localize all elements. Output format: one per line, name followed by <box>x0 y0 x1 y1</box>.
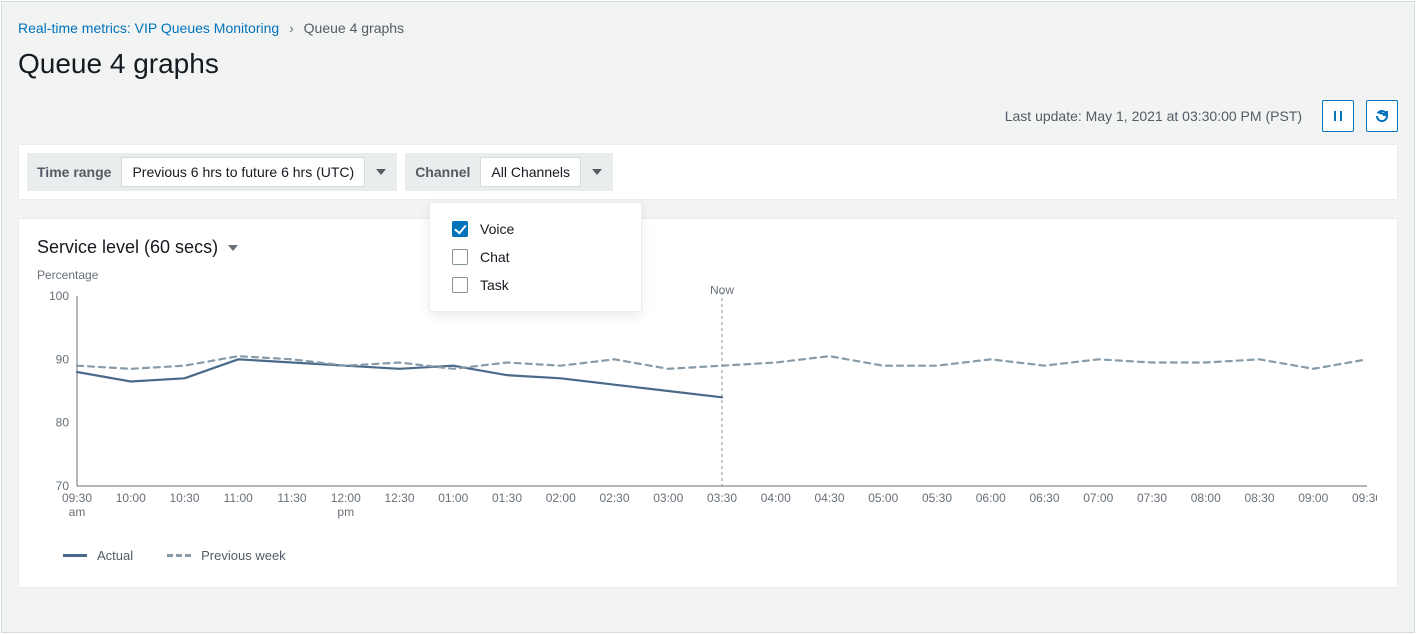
svg-text:80: 80 <box>56 416 70 430</box>
svg-text:04:30: 04:30 <box>814 491 844 505</box>
channel-option-voice[interactable]: Voice <box>430 215 641 243</box>
refresh-button[interactable] <box>1366 100 1398 132</box>
chevron-right-icon: › <box>289 20 294 36</box>
svg-text:11:30: 11:30 <box>277 491 306 505</box>
filters-bar: Time range Previous 6 hrs to future 6 hr… <box>18 144 1398 200</box>
svg-text:06:00: 06:00 <box>976 491 1006 505</box>
legend-swatch-solid <box>63 554 87 557</box>
chart-panel: Service level (60 secs) Percentage 70809… <box>18 218 1398 588</box>
channel-value[interactable]: All Channels <box>480 157 581 187</box>
svg-text:pm: pm <box>337 505 354 519</box>
svg-text:90: 90 <box>56 352 70 366</box>
channel-caret[interactable] <box>581 153 613 191</box>
svg-text:01:00: 01:00 <box>438 491 468 505</box>
svg-text:10:00: 10:00 <box>116 491 146 505</box>
svg-text:100: 100 <box>49 289 69 303</box>
checkbox-icon <box>452 277 468 293</box>
svg-text:08:00: 08:00 <box>1191 491 1221 505</box>
svg-text:10:30: 10:30 <box>169 491 199 505</box>
svg-text:12:00: 12:00 <box>331 491 361 505</box>
chart-plot-area: 70809010009:30am10:0010:3011:0011:3012:0… <box>37 286 1379 526</box>
pause-button[interactable] <box>1322 100 1354 132</box>
svg-text:08:30: 08:30 <box>1244 491 1274 505</box>
chart-title[interactable]: Service level (60 secs) <box>37 237 1379 258</box>
page-title: Queue 4 graphs <box>2 44 1414 100</box>
breadcrumb: Real-time metrics: VIP Queues Monitoring… <box>2 2 1414 44</box>
svg-text:07:00: 07:00 <box>1083 491 1113 505</box>
y-axis-title: Percentage <box>37 268 1379 282</box>
line-chart-svg: 70809010009:30am10:0010:3011:0011:3012:0… <box>37 286 1377 526</box>
channel-option-label: Task <box>480 277 509 293</box>
svg-text:Now: Now <box>710 286 734 297</box>
breadcrumb-parent-link[interactable]: Real-time metrics: VIP Queues Monitoring <box>18 20 279 36</box>
last-update-text: Last update: May 1, 2021 at 03:30:00 PM … <box>1005 108 1302 124</box>
time-range-value[interactable]: Previous 6 hrs to future 6 hrs (UTC) <box>121 157 365 187</box>
svg-text:03:00: 03:00 <box>653 491 683 505</box>
svg-text:05:30: 05:30 <box>922 491 952 505</box>
caret-down-icon <box>228 245 238 251</box>
checkbox-icon <box>452 249 468 265</box>
legend-previous: Previous week <box>167 548 286 563</box>
chart-title-text: Service level (60 secs) <box>37 237 218 258</box>
legend-label: Previous week <box>201 548 286 563</box>
legend-label: Actual <box>97 548 133 563</box>
time-range-filter: Time range Previous 6 hrs to future 6 hr… <box>27 153 397 191</box>
svg-text:02:30: 02:30 <box>599 491 629 505</box>
svg-text:03:30: 03:30 <box>707 491 737 505</box>
svg-text:07:30: 07:30 <box>1137 491 1167 505</box>
svg-text:01:30: 01:30 <box>492 491 522 505</box>
time-range-caret[interactable] <box>365 153 397 191</box>
pause-icon <box>1331 109 1345 123</box>
channel-filter: Channel All Channels <box>405 153 613 191</box>
toolbar: Last update: May 1, 2021 at 03:30:00 PM … <box>2 100 1414 144</box>
caret-down-icon <box>376 169 386 175</box>
chart-legend: Actual Previous week <box>37 548 1379 563</box>
breadcrumb-current: Queue 4 graphs <box>304 20 404 36</box>
caret-down-icon <box>592 169 602 175</box>
svg-text:05:00: 05:00 <box>868 491 898 505</box>
svg-text:am: am <box>69 505 86 519</box>
svg-text:06:30: 06:30 <box>1029 491 1059 505</box>
svg-text:09:30: 09:30 <box>62 491 92 505</box>
legend-swatch-dash <box>167 554 191 557</box>
svg-text:04:00: 04:00 <box>761 491 791 505</box>
channel-option-label: Voice <box>480 221 514 237</box>
svg-text:11:00: 11:00 <box>224 491 253 505</box>
svg-text:12:30: 12:30 <box>384 491 414 505</box>
channel-dropdown: Voice Chat Task <box>429 202 642 312</box>
legend-actual: Actual <box>63 548 133 563</box>
svg-text:09:00: 09:00 <box>1298 491 1328 505</box>
checkbox-checked-icon <box>452 221 468 237</box>
svg-text:09:30: 09:30 <box>1352 491 1377 505</box>
channel-label: Channel <box>405 153 480 191</box>
refresh-icon <box>1374 108 1390 124</box>
channel-option-chat[interactable]: Chat <box>430 243 641 271</box>
svg-text:02:00: 02:00 <box>546 491 576 505</box>
channel-option-label: Chat <box>480 249 510 265</box>
time-range-label: Time range <box>27 153 121 191</box>
channel-option-task[interactable]: Task <box>430 271 641 299</box>
